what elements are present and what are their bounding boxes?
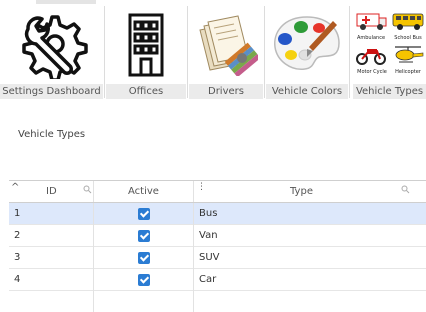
active-checkbox[interactable] <box>138 274 150 286</box>
grid-header: ^ ID Active ⋮ Type <box>9 181 426 203</box>
cell-type: Bus <box>199 208 218 219</box>
active-checkbox[interactable] <box>138 208 150 220</box>
cell-id: 4 <box>14 274 21 285</box>
vehicle-types-icon: Ambulance School Bus Motor Cycle Helicop… <box>353 4 426 83</box>
offices-button[interactable]: Offices <box>106 4 186 99</box>
settings-toolbar: Settings Dashboard Offices Drivers Vehic… <box>0 0 426 100</box>
active-checkbox[interactable] <box>138 252 150 264</box>
palette-icon <box>266 4 348 83</box>
filter-icon[interactable] <box>401 181 410 202</box>
divider <box>104 6 105 98</box>
vehicle-types-button[interactable]: Ambulance School Bus Motor Cycle Helicop… <box>353 4 426 99</box>
table-row[interactable]: 3 SUV <box>9 247 426 269</box>
settings-dashboard-button[interactable]: Settings Dashboard <box>0 4 103 99</box>
drivers-button[interactable]: Drivers <box>189 4 263 99</box>
column-header-active[interactable]: Active <box>128 181 159 202</box>
cell-type: Van <box>199 230 218 241</box>
filter-icon[interactable] <box>83 181 92 202</box>
tile-label: Offices <box>106 84 186 99</box>
office-building-icon <box>106 4 186 83</box>
drivers-icon <box>189 4 263 83</box>
section-title: Vehicle Types <box>18 129 86 140</box>
cell-id: 2 <box>14 230 21 241</box>
table-row[interactable]: 2 Van <box>9 225 426 247</box>
helicopter-thumb: Helicopter <box>391 44 425 76</box>
column-divider <box>93 181 94 202</box>
vehicle-types-grid: ^ ID Active ⋮ Type 1 Bus 2 Van 3 SUV 4 C… <box>9 180 426 312</box>
column-divider <box>93 203 94 312</box>
active-checkbox[interactable] <box>138 230 150 242</box>
divider <box>349 6 350 98</box>
divider <box>187 6 188 98</box>
column-header-type[interactable]: Type <box>290 181 313 202</box>
ambulance-thumb: Ambulance <box>355 10 387 42</box>
tile-label: Drivers <box>189 84 263 99</box>
cell-type: SUV <box>199 252 220 263</box>
divider <box>264 6 265 98</box>
table-row[interactable]: 4 Car <box>9 269 426 291</box>
vehicle-colors-button[interactable]: Vehicle Colors <box>266 4 348 99</box>
school-bus-thumb: School Bus <box>391 10 425 42</box>
tile-label: Settings Dashboard <box>0 84 103 99</box>
column-header-id[interactable]: ID <box>46 181 57 202</box>
gear-wrench-icon <box>0 4 103 83</box>
sort-ascending-icon[interactable]: ^ <box>11 177 19 198</box>
table-row[interactable]: 1 Bus <box>9 203 426 225</box>
column-divider <box>193 181 194 202</box>
cell-type: Car <box>199 274 217 285</box>
tile-label: Vehicle Colors <box>266 84 348 99</box>
motor-cycle-thumb: Motor Cycle <box>355 44 389 76</box>
tile-label: Vehicle Types <box>353 84 426 99</box>
sort-handle-icon[interactable]: ⋮ <box>197 176 206 197</box>
column-divider <box>193 203 194 312</box>
cell-id: 1 <box>14 208 21 219</box>
cell-id: 3 <box>14 252 21 263</box>
